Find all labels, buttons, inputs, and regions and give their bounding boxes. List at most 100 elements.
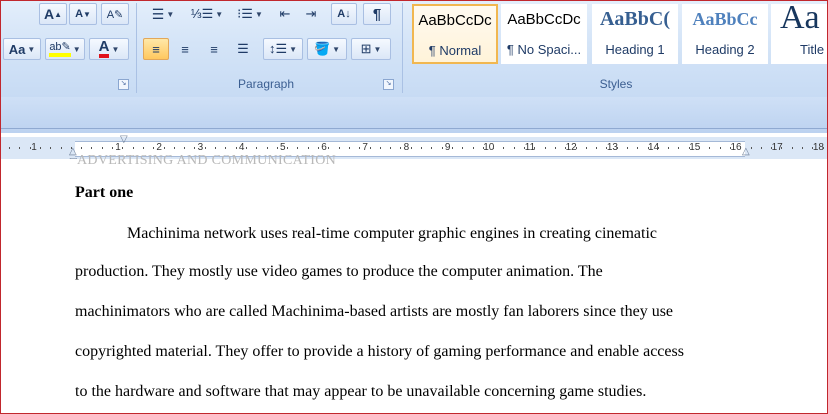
style-no-spacing[interactable]: AaBbCcDc ¶ No Spaci...	[501, 4, 587, 64]
ruler-label: 9	[444, 142, 451, 153]
ruler-tick	[102, 147, 103, 149]
center-button[interactable]: ≡	[172, 38, 198, 60]
align-left-button[interactable]: ≡	[143, 38, 169, 60]
chevron-down-icon: ▼	[27, 44, 36, 54]
ruler-tick	[50, 147, 51, 149]
ruler-tick	[637, 147, 638, 149]
numbering-icon: ⅓☰	[190, 6, 214, 21]
ruler-tick	[761, 147, 762, 149]
decrease-indent-button[interactable]: ⇤	[273, 3, 297, 25]
paragraph-line: copyrighted material. They offer to prov…	[75, 343, 684, 360]
first-line-indent-marker-icon[interactable]: ▽	[120, 135, 128, 145]
ruler-tick	[678, 147, 679, 149]
ruler-tick	[812, 147, 813, 149]
ruler-tick	[411, 147, 412, 149]
group-separator	[402, 3, 403, 93]
styles-group-label: Styles	[599, 77, 633, 91]
style-title[interactable]: Aa Title	[771, 1, 827, 64]
ruler-tick	[81, 147, 82, 149]
paragraph-line: Machinima network uses real-time compute…	[127, 225, 658, 242]
ruler-tick	[483, 147, 484, 149]
clear-formatting-button[interactable]: A✎	[101, 3, 129, 25]
right-indent-marker-icon[interactable]: △	[742, 147, 750, 157]
ruler-tick	[194, 147, 195, 149]
ruler-tick	[709, 147, 710, 149]
style-heading-2[interactable]: AaBbCc Heading 2	[682, 4, 768, 64]
chevron-down-icon: ▼	[215, 9, 224, 19]
borders-icon: ⊞	[360, 41, 372, 56]
ruler-tick	[524, 147, 525, 149]
paragraph-line: machinimators who are called Machinima-b…	[75, 303, 674, 320]
ruler-tick	[61, 147, 62, 149]
font-dialog-launcher-icon[interactable]: ↘	[118, 79, 129, 90]
numbering-button[interactable]: ⅓☰ ▼	[187, 3, 227, 25]
ruler-tick	[689, 147, 690, 149]
style-normal[interactable]: AaBbCcDc ¶ Normal	[412, 4, 498, 64]
multilevel-list-icon: ⁝☰	[237, 6, 253, 21]
divider	[1, 128, 827, 129]
shrink-font-button[interactable]: A ▼	[69, 3, 97, 25]
sort-icon: A↓	[337, 8, 351, 20]
highlight-color-button[interactable]: ab✎ ▼	[45, 38, 85, 60]
ruler-tick	[565, 147, 566, 149]
highlighter-icon: ab✎	[49, 41, 71, 57]
align-center-icon: ≡	[181, 41, 189, 57]
ruler-tick	[349, 147, 350, 149]
ruler-tick	[267, 147, 268, 149]
ruler-tick	[339, 147, 340, 149]
ruler-tick	[246, 147, 247, 149]
increase-indent-icon: ⇥	[305, 6, 317, 21]
ruler-tick	[648, 147, 649, 149]
line-spacing-button[interactable]: ↕☰ ▼	[263, 38, 303, 60]
bullets-icon: ☰	[151, 5, 165, 22]
ruler-tick	[545, 147, 546, 149]
sort-button[interactable]: A↓	[331, 3, 357, 25]
chevron-down-icon: ▼	[373, 44, 382, 54]
ruler-tick	[9, 147, 10, 149]
justify-button[interactable]: ☰	[230, 38, 256, 60]
ruler-tick	[297, 147, 298, 149]
multilevel-list-button[interactable]: ⁝☰ ▼	[231, 3, 269, 25]
ribbon: A ▲ A ▼ A✎ Aa ▼ ab✎ ▼ A ▼ ↘ ☰ ▼ ⅓☰ ▼ ⁝☰ ▼ ⇤	[1, 1, 827, 98]
align-right-button[interactable]: ≡	[201, 38, 227, 60]
ruler-tick	[534, 147, 535, 149]
ruler-tick	[730, 147, 731, 149]
paragraph-dialog-launcher-icon[interactable]: ↘	[383, 79, 394, 90]
shrink-arrow-icon: ▼	[83, 9, 91, 19]
ruler-tick	[720, 147, 721, 149]
borders-button[interactable]: ⊞ ▼	[351, 38, 391, 60]
bullets-button[interactable]: ☰ ▼	[143, 3, 183, 25]
ruler-tick	[823, 147, 824, 149]
ruler-tick	[30, 147, 31, 149]
grow-font-button[interactable]: A ▲	[39, 3, 67, 25]
paragraph-line: to the hardware and software that may ap…	[75, 383, 647, 400]
chevron-down-icon: ▼	[332, 44, 341, 54]
ruler-tick	[503, 147, 504, 149]
ruler-tick	[555, 147, 556, 149]
justify-icon: ☰	[237, 41, 249, 56]
ruler-tick	[318, 147, 319, 149]
increase-indent-button[interactable]: ⇥	[299, 3, 323, 25]
ruler-tick	[771, 147, 772, 149]
ruler-tick	[596, 147, 597, 149]
ruler-tick	[617, 147, 618, 149]
section-heading: Part one	[75, 184, 134, 201]
ruler-label: 7	[362, 142, 368, 153]
grow-arrow-icon: ▲	[54, 9, 63, 19]
style-heading-1[interactable]: AaBbC( Heading 1	[592, 4, 678, 64]
ruler-tick	[122, 147, 123, 149]
font-color-button[interactable]: A ▼	[89, 38, 129, 60]
document-page[interactable]: ADVERTISING AND COMMUNICATION Part one M…	[1, 153, 827, 413]
ruler-tick	[370, 147, 371, 149]
ruler-tick	[452, 147, 453, 149]
show-formatting-marks-button[interactable]: ¶	[363, 3, 391, 25]
ruler-tick	[308, 147, 309, 149]
ruler-tick	[514, 147, 515, 149]
ruler-tick	[473, 147, 474, 149]
ruler-tick	[205, 147, 206, 149]
page-header-text: ADVERTISING AND COMMUNICATION	[77, 153, 337, 168]
ruler-tick	[792, 147, 793, 149]
shading-button[interactable]: 🪣 ▼	[307, 38, 347, 60]
change-case-button[interactable]: Aa ▼	[3, 38, 41, 60]
ruler-tick	[400, 147, 401, 149]
